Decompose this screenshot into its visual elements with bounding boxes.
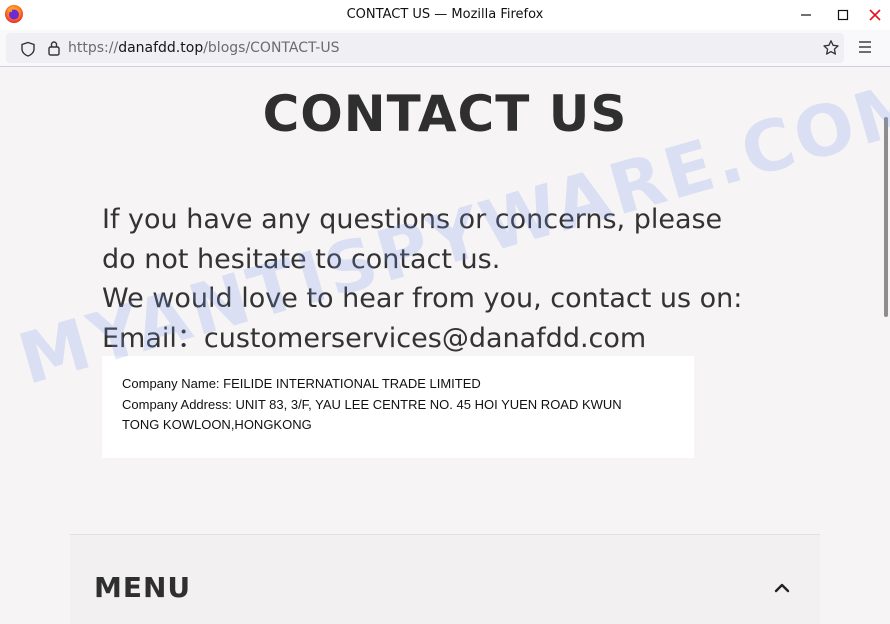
maximize-button[interactable] [826, 0, 860, 30]
email-line: Email：customerservices@danafdd.com [102, 322, 647, 354]
hamburger-menu-icon[interactable] [857, 39, 873, 58]
scrollbar[interactable] [880, 67, 890, 624]
page-title: CONTACT US [262, 85, 628, 143]
lock-icon[interactable] [47, 40, 61, 60]
url-path: /blogs/CONTACT-US [203, 40, 340, 56]
window-titlebar: CONTACT US — Mozilla Firefox [0, 0, 890, 31]
star-icon[interactable] [822, 39, 840, 61]
navigation-bar: https://danafdd.top/blogs/CONTACT-US [0, 30, 890, 67]
maximize-icon [837, 9, 849, 21]
menu-accordion[interactable]: MENU [70, 534, 820, 624]
minimize-button[interactable] [789, 0, 823, 30]
message-line: If you have any questions or concerns, p… [102, 204, 723, 235]
contact-message: If you have any questions or concerns, p… [102, 200, 802, 358]
page-content: CONTACT US If you have any questions or … [0, 67, 890, 624]
close-icon [869, 9, 881, 21]
window-title: CONTACT US — Mozilla Firefox [346, 7, 544, 22]
minimize-icon [801, 14, 811, 16]
close-button[interactable] [858, 0, 890, 30]
url-bar[interactable]: https://danafdd.top/blogs/CONTACT-US [6, 33, 844, 63]
message-line: do not hesitate to contact us. [102, 243, 501, 275]
message-line: We would love to hear from you, contact … [102, 283, 743, 314]
url-domain: danafdd.top [118, 40, 204, 56]
url-text[interactable]: https://danafdd.top/blogs/CONTACT-US [68, 40, 339, 56]
company-name: Company Name: FEILIDE INTERNATIONAL TRAD… [122, 376, 481, 391]
url-scheme: https:// [68, 40, 119, 56]
company-address-line: TONG KOWLOON,HONGKONG [122, 417, 312, 432]
shield-icon[interactable] [20, 41, 36, 61]
menu-label: MENU [94, 571, 192, 604]
chevron-up-icon[interactable] [773, 579, 791, 598]
scrollbar-thumb[interactable] [884, 117, 888, 317]
company-info-box: Company Name: FEILIDE INTERNATIONAL TRAD… [102, 356, 694, 458]
company-info-text: Company Name: FEILIDE INTERNATIONAL TRAD… [122, 374, 674, 436]
company-address-line: Company Address: UNIT 83, 3/F, YAU LEE C… [122, 396, 622, 412]
